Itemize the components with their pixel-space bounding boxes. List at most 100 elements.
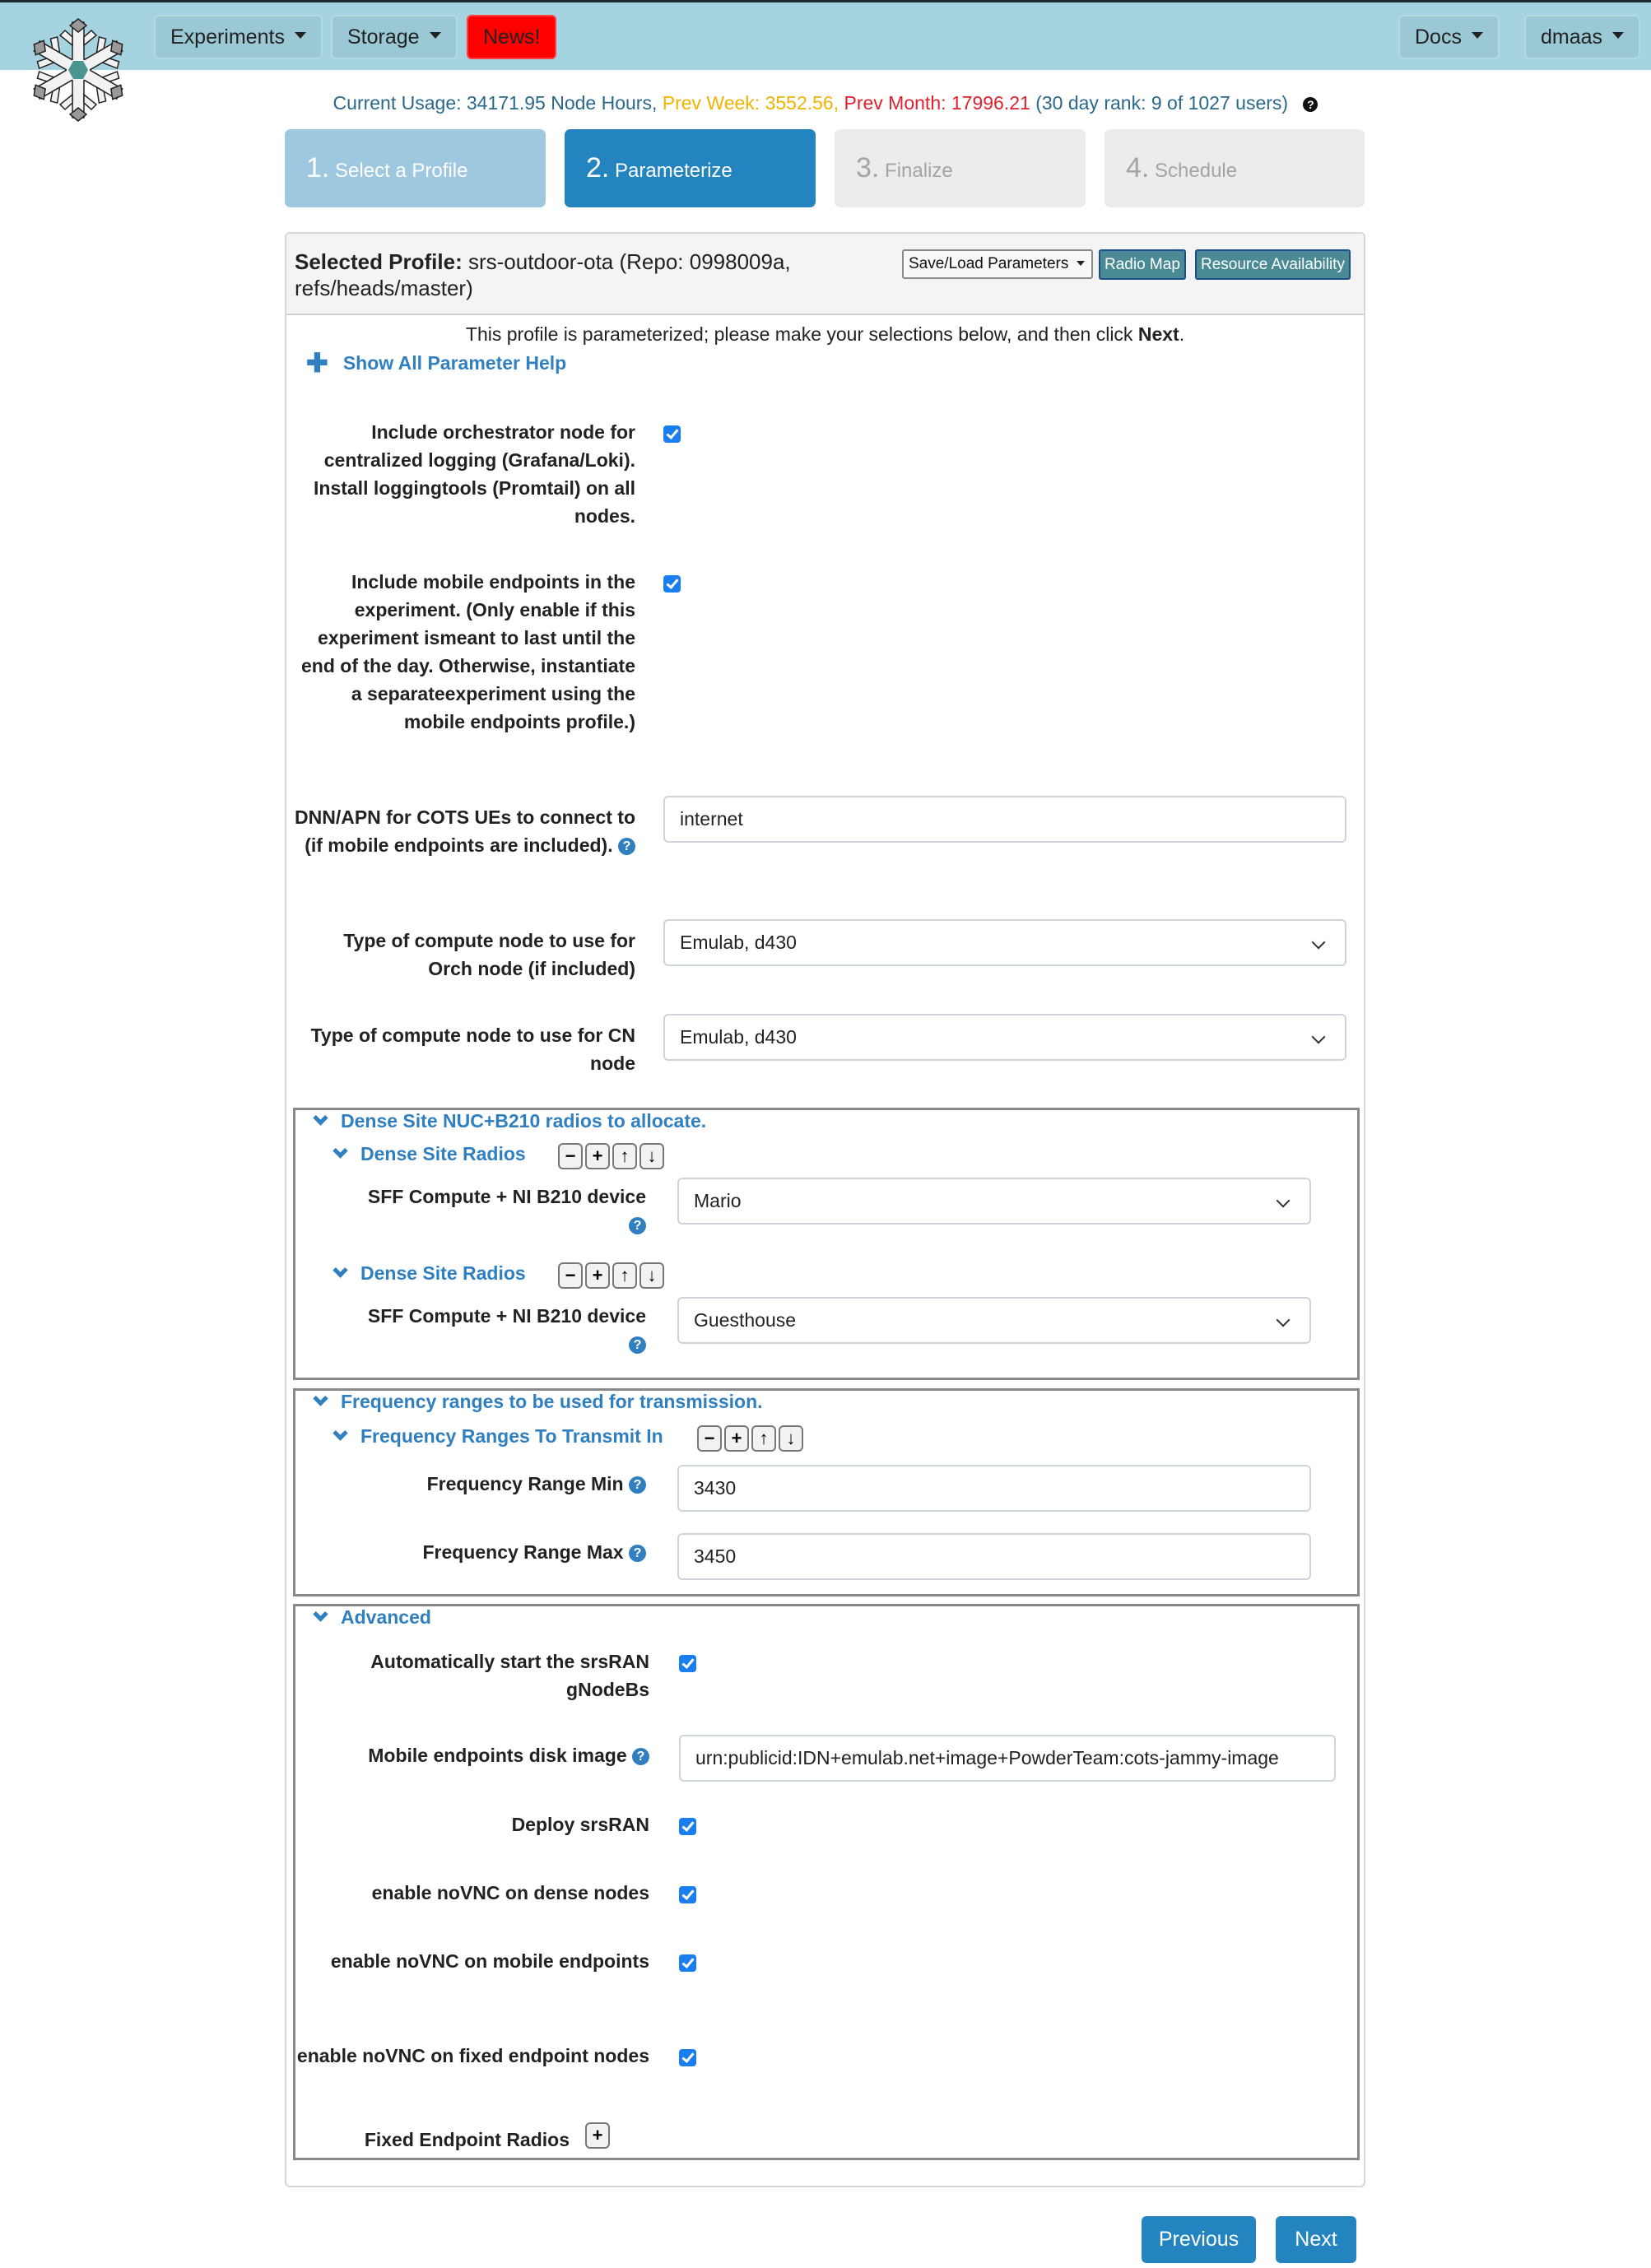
dense-site-section-title: Dense Site NUC+B210 radios to allocate. [341,1110,707,1132]
chevron-down-icon [333,1425,348,1441]
add-item-button[interactable]: + [585,1143,610,1169]
usage-summary: Current Usage: 34171.95 Node Hours, Prev… [0,92,1651,114]
move-down-button[interactable]: ↓ [639,1262,664,1289]
frequency-max-input[interactable]: 3450 [677,1533,1311,1580]
user-menu[interactable]: dmaas [1524,15,1641,59]
remove-item-button[interactable]: − [558,1262,583,1289]
add-item-button[interactable]: + [724,1425,749,1452]
help-icon[interactable]: ? [629,1336,646,1354]
news-button-label: News! [483,26,541,49]
step-label: Schedule [1155,160,1238,182]
docs-menu[interactable]: Docs [1398,15,1500,59]
dense-site-section-toggle[interactable]: Dense Site NUC+B210 radios to allocate. [313,1110,707,1132]
help-icon[interactable]: ? [632,1748,649,1765]
parameterized-intro: This profile is parameterized; please ma… [286,323,1364,346]
sff-device-label-text: SFF Compute + NI B210 device [367,1186,646,1207]
auto-start-checkbox[interactable] [679,1655,696,1672]
help-icon[interactable]: ? [629,1476,646,1494]
advanced-section-title: Advanced [341,1606,431,1628]
step-parameterize[interactable]: 2. Parameterize [565,129,816,207]
caret-down-icon [1077,261,1086,266]
move-up-button[interactable]: ↑ [612,1262,637,1289]
sff-device-label-text: SFF Compute + NI B210 device [367,1305,646,1327]
chevron-down-icon [313,1606,328,1622]
show-all-parameter-help-link[interactable]: ✚ Show All Parameter Help [306,347,566,379]
dense-site-group-controls: − + ↑ ↓ [558,1143,667,1169]
plus-icon: ✚ [306,348,328,378]
cn-node-type-label: Type of compute node to use for CN node [310,1025,635,1074]
disk-image-input[interactable]: urn:publicid:IDN+emulab.net+image+Powder… [679,1735,1336,1782]
help-icon[interactable]: ? [629,1545,646,1562]
add-fixed-endpoint-button[interactable]: + [585,2122,610,2149]
cn-node-type-select[interactable]: Emulab, d430 [663,1014,1346,1061]
dense-site-group-title: Dense Site Radios [360,1262,526,1284]
move-down-button[interactable]: ↓ [639,1143,664,1169]
sff-device-label: SFF Compute + NI B210 device ? [295,1302,646,1358]
orch-logging-checkbox[interactable] [663,425,681,443]
remove-item-button[interactable]: − [558,1143,583,1169]
dense-site-group-controls: − + ↑ ↓ [558,1262,667,1289]
novnc-dense-label: enable noVNC on dense nodes [371,1882,649,1903]
disk-image-label: Mobile endpoints disk image ? [295,1741,649,1769]
help-icon[interactable]: ? [629,1217,646,1234]
step-number: 4. [1126,152,1150,184]
frequency-group-toggle[interactable]: Frequency Ranges To Transmit In [333,1425,663,1448]
orch-node-type-select[interactable]: Emulab, d430 [663,919,1346,966]
novnc-fixed-checkbox[interactable] [679,2049,696,2066]
step-finalize: 3. Finalize [835,129,1086,207]
novnc-fixed-label: enable noVNC on fixed endpoint nodes [296,2045,649,2066]
caret-down-icon [1612,32,1625,40]
sff-device-select[interactable]: Mario [677,1178,1311,1225]
selected-profile-label: Selected Profile: [295,249,463,274]
novnc-mobile-checkbox[interactable] [679,1954,696,1972]
advanced-section-toggle[interactable]: Advanced [313,1606,431,1629]
step-select-profile[interactable]: 1. Select a Profile [285,129,546,207]
experiments-menu-label: Experiments [170,26,285,49]
dnn-apn-label-text: DNN/APN for COTS UEs to connect to (if m… [295,806,636,856]
move-down-button[interactable]: ↓ [779,1425,803,1452]
storage-menu[interactable]: Storage [331,15,458,59]
selected-profile-title: Selected Profile: srs-outdoor-ota (Repo:… [295,249,854,301]
novnc-dense-checkbox[interactable] [679,1886,696,1903]
step-label: Parameterize [615,160,732,182]
mobile-endpoints-checkbox[interactable] [663,575,681,593]
frequency-min-input[interactable]: 3430 [677,1465,1311,1512]
frequency-min-label-text: Frequency Range Min [426,1473,624,1494]
frequency-section: Frequency ranges to be used for transmis… [293,1388,1360,1596]
dense-site-group-toggle[interactable]: Dense Site Radios [333,1143,526,1165]
previous-button[interactable]: Previous [1142,2216,1256,2263]
resource-availability-button[interactable]: Resource Availability [1195,249,1351,280]
deploy-srsran-label: Deploy srsRAN [511,1814,649,1835]
mobile-endpoints-label: Include mobile endpoints in the experime… [301,571,635,732]
experiments-menu[interactable]: Experiments [154,15,323,59]
current-usage: Current Usage: 34171.95 Node Hours, [333,92,658,114]
news-button[interactable]: News! [467,15,557,59]
remove-item-button[interactable]: − [697,1425,722,1452]
frequency-section-title: Frequency ranges to be used for transmis… [341,1391,763,1412]
chevron-down-icon [313,1391,328,1406]
deploy-srsran-checkbox[interactable] [679,1818,696,1835]
advanced-section: Advanced Automatically start the srsRAN … [293,1604,1360,2160]
frequency-section-toggle[interactable]: Frequency ranges to be used for transmis… [313,1391,763,1413]
step-number: 2. [586,152,610,184]
orch-logging-label: Include orchestrator node for centralize… [314,421,635,527]
step-label: Finalize [885,160,953,182]
dnn-apn-input[interactable]: internet [663,796,1346,843]
move-up-button[interactable]: ↑ [751,1425,776,1452]
help-icon[interactable]: ? [618,838,635,855]
step-number: 3. [856,152,880,184]
sff-device-select[interactable]: Guesthouse [677,1297,1311,1344]
move-up-button[interactable]: ↑ [612,1143,637,1169]
step-schedule: 4. Schedule [1105,129,1365,207]
add-item-button[interactable]: + [585,1262,610,1289]
usage-help-icon[interactable]: ? [1303,97,1318,112]
panel-header: Selected Profile: srs-outdoor-ota (Repo:… [286,234,1364,315]
frequency-max-label-text: Frequency Range Max [422,1541,624,1563]
next-button[interactable]: Next [1276,2216,1356,2263]
radio-map-button[interactable]: Radio Map [1099,249,1186,280]
chevron-down-icon [333,1143,348,1159]
frequency-group-title: Frequency Ranges To Transmit In [360,1425,663,1447]
save-load-parameters-dropdown[interactable]: Save/Load Parameters [902,249,1093,279]
parameter-panel: Selected Profile: srs-outdoor-ota (Repo:… [285,232,1365,2187]
dense-site-group-toggle[interactable]: Dense Site Radios [333,1262,526,1285]
